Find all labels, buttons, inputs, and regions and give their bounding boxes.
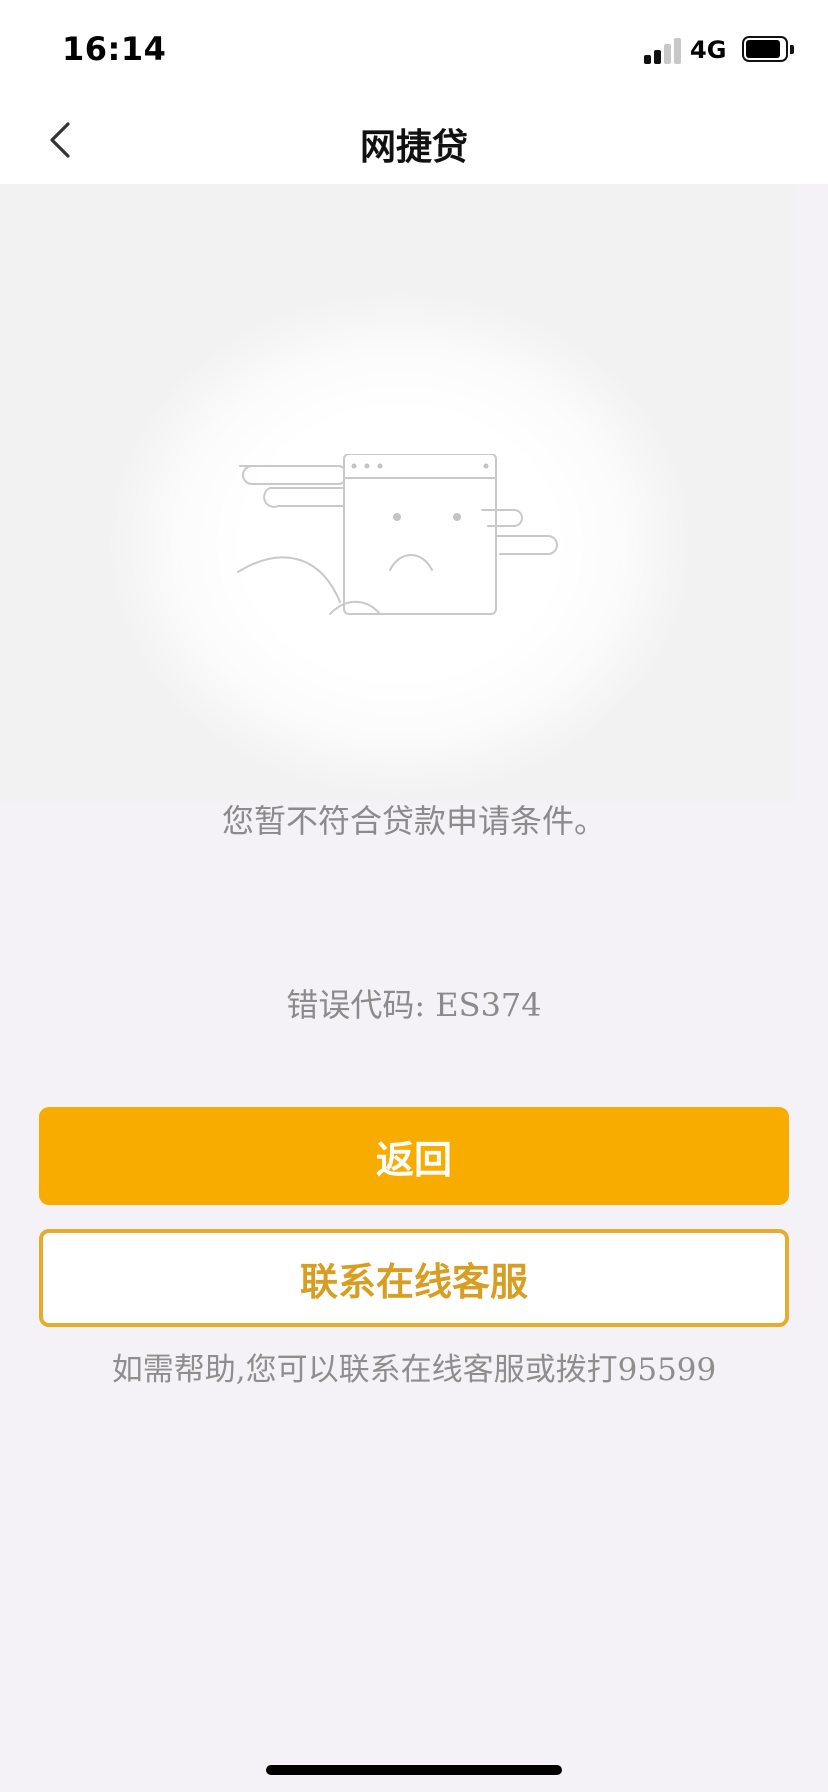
return-button[interactable]: 返回 [39, 1107, 789, 1205]
help-text: 如需帮助,您可以联系在线客服或拨打95599 [111, 1352, 717, 1388]
ineligible-message: 您暂不符合贷款申请条件。 [221, 802, 606, 840]
sad-browser-window-icon [237, 454, 558, 615]
network-type-label: 4G [690, 36, 727, 64]
error-code-text: 错误代码: ES374 [286, 986, 542, 1024]
battery-icon [742, 36, 794, 62]
navigation-bar: 网捷贷 [0, 96, 828, 184]
contact-online-service-button[interactable]: 联系在线客服 [39, 1229, 789, 1327]
illustration-area [0, 184, 796, 802]
status-time: 16:14 [62, 30, 167, 68]
page-title: 网捷贷 [359, 127, 468, 168]
home-indicator[interactable] [266, 1765, 562, 1775]
status-bar: 16:14 4G [0, 0, 828, 96]
cellular-signal-icon [644, 38, 684, 64]
